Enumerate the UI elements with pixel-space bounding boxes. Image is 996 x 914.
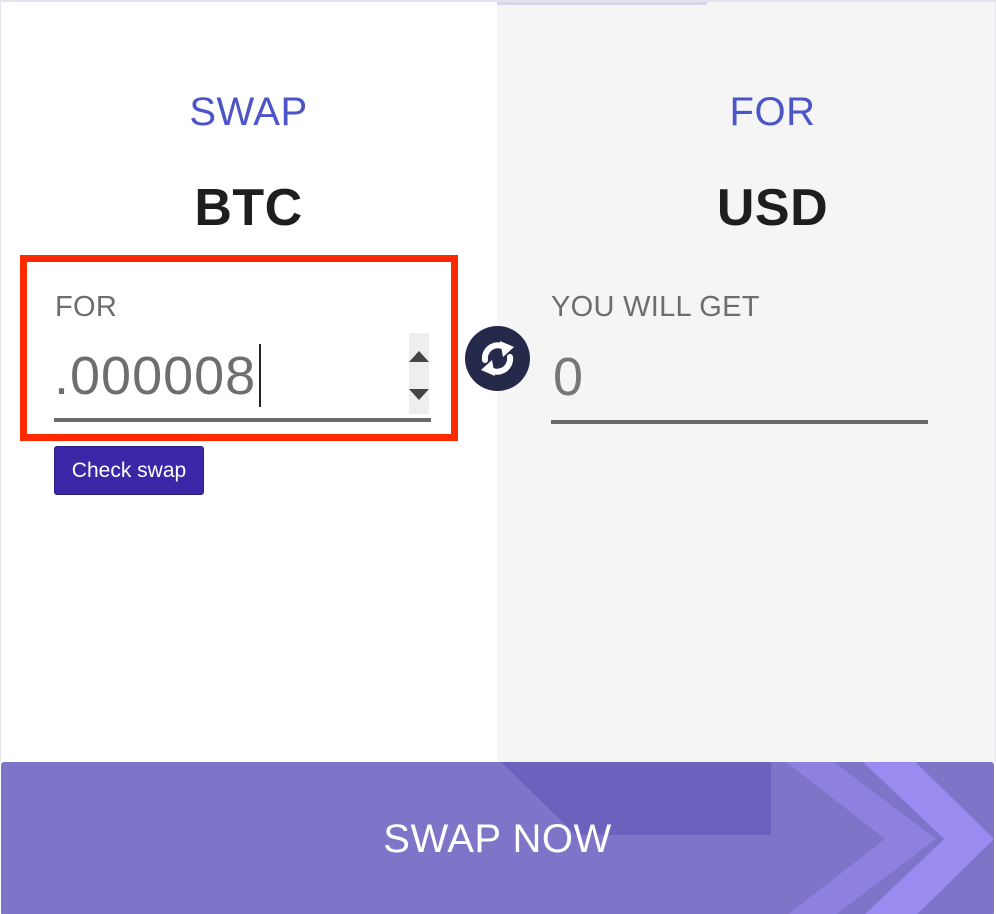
text-caret <box>259 344 261 407</box>
check-swap-button[interactable]: Check swap <box>54 446 204 495</box>
for-heading: FOR <box>729 90 816 134</box>
from-currency: BTC <box>194 179 303 237</box>
amount-field <box>54 332 431 422</box>
stepper-down-icon[interactable] <box>409 389 429 400</box>
stepper-up-icon[interactable] <box>409 351 429 362</box>
amount-label: FOR <box>55 291 118 323</box>
result-field: 0 <box>551 332 928 424</box>
swap-now-button[interactable]: SWAP NOW <box>1 762 994 914</box>
result-label: YOU WILL GET <box>551 291 760 323</box>
amount-input[interactable] <box>54 340 404 412</box>
swap-now-label: SWAP NOW <box>383 817 612 861</box>
amount-stepper[interactable] <box>409 333 429 414</box>
result-value: 0 <box>553 347 584 407</box>
swap-widget: SWAP BTC FOR USD FOR Check swap YOU WILL… <box>0 0 996 914</box>
swap-heading: SWAP <box>189 90 308 134</box>
refresh-arrows-icon[interactable] <box>465 326 530 391</box>
top-accent-bar <box>497 2 707 5</box>
to-currency: USD <box>716 179 829 237</box>
